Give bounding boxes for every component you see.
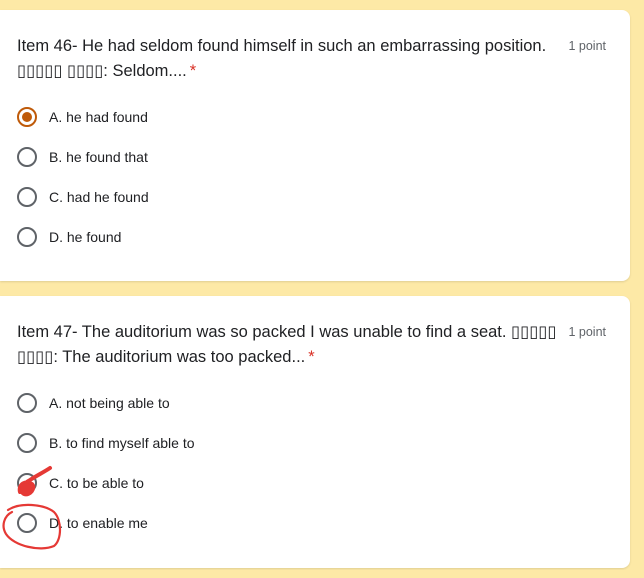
question-title: Item 47- The auditorium was so packed I … [17,323,557,366]
radio-button[interactable] [17,473,37,493]
radio-button[interactable] [17,187,37,207]
option-d[interactable]: D. he found [17,225,121,249]
question-title: Item 46- He had seldom found himself in … [17,37,547,80]
option-label: D. he found [49,229,122,245]
points-label: 1 point [568,325,606,339]
option-c[interactable]: C. had he found [17,185,149,209]
points-label: 1 point [568,39,606,53]
option-d[interactable]: D. to enable me [17,511,148,535]
required-asterisk: * [189,62,197,80]
option-label: B. he found that [49,149,148,165]
option-label: D. to enable me [49,515,148,531]
required-asterisk: * [308,348,315,366]
question-card-47: Item 47- The auditorium was so packed I … [0,296,630,568]
option-label: B. to find myself able to [49,435,195,451]
page-bottom-strip [0,570,644,578]
option-label: C. to be able to [49,475,144,491]
question-card-46: Item 46- He had seldom found himself in … [0,10,630,281]
option-label: A. he had found [49,109,148,125]
option-b[interactable]: B. he found that [17,145,148,169]
radio-button[interactable] [17,227,37,247]
option-a[interactable]: A. not being able to [17,391,170,415]
radio-button[interactable] [17,433,37,453]
radio-button[interactable] [17,513,37,533]
option-c[interactable]: C. to be able to [17,471,144,495]
option-label: A. not being able to [49,395,170,411]
radio-button[interactable] [17,393,37,413]
option-b[interactable]: B. to find myself able to [17,431,195,455]
option-a[interactable]: A. he had found [17,105,148,129]
radio-button[interactable] [17,147,37,167]
radio-button-selected[interactable] [17,107,37,127]
option-label: C. had he found [49,189,149,205]
